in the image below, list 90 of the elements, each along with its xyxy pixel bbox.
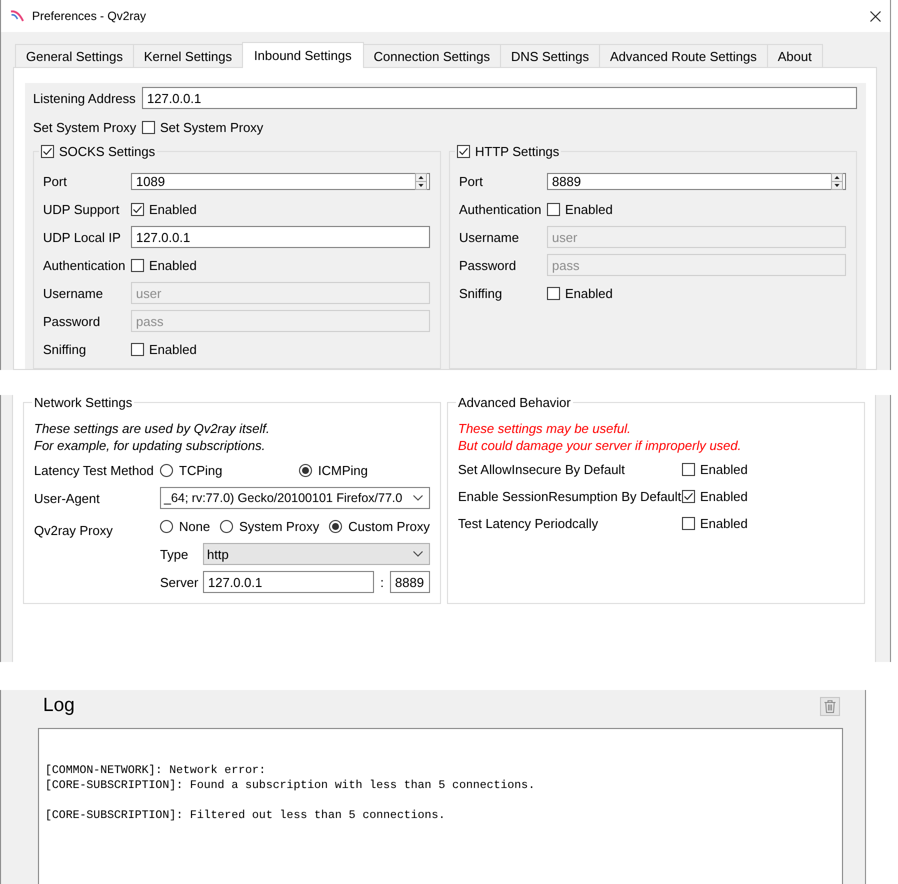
radio-label: None (179, 518, 210, 534)
proxy-type-dropdown[interactable]: http (203, 543, 430, 565)
tab[interactable]: DNS Settings (500, 44, 600, 67)
radio-button[interactable] (299, 464, 312, 476)
checkbox-label: Set System Proxy (160, 120, 264, 134)
trash-icon (824, 700, 836, 712)
checkbox[interactable] (131, 258, 144, 272)
checkbox-label: Enabled (700, 516, 748, 531)
tab[interactable]: About (766, 44, 823, 67)
field-label: Port (43, 174, 68, 188)
checkbox[interactable] (142, 120, 155, 134)
tab[interactable]: Inbound Settings (242, 42, 364, 68)
radio-button[interactable] (220, 520, 234, 532)
checkbox[interactable] (131, 202, 144, 216)
checkbox-label: Enabled (700, 462, 748, 477)
log-line: [CORE-SUBSCRIPTION]: Filtered out less than 5 connections. (45, 808, 446, 823)
field-label: Set System Proxy (33, 120, 138, 134)
group-title: Network Settings (34, 395, 132, 410)
port-field[interactable]: 8889 (390, 571, 430, 593)
radio-label: Custom Proxy (348, 518, 430, 534)
field-label: UDP Local IP (43, 230, 122, 244)
chevron-down-icon (413, 551, 423, 557)
radio-label: System Proxy (239, 518, 320, 534)
field-label: Type (160, 546, 190, 562)
spin-arrows-icon[interactable] (831, 172, 843, 190)
radio-button[interactable] (160, 520, 173, 532)
field-label: Server (160, 574, 200, 590)
window-title: Preferences - Qv2ray (32, 9, 146, 23)
checkbox-label: Enabled (149, 342, 197, 356)
spinbox-field[interactable]: 1089 (131, 172, 430, 190)
log-line: [CORE-SUBSCRIPTION]: Found a subscription with less than 5 connections. (45, 778, 535, 793)
note-text: These settings are used by Qv2ray itself. (34, 420, 271, 437)
field-label: Password (43, 314, 102, 328)
checkbox[interactable] (41, 145, 54, 158)
tab[interactable]: Advanced Route Settings (599, 44, 768, 67)
field-label: Username (459, 230, 520, 244)
field-label: Qv2ray Proxy (34, 522, 114, 538)
field-label: Enable SessionResumption By Default (458, 489, 682, 504)
field-label: Port (459, 174, 484, 188)
field-label: Authentication (43, 258, 126, 272)
note-text: For example, for updating subscriptions. (34, 437, 266, 454)
group-title: HTTP Settings (475, 144, 560, 159)
field-label: Set AllowInsecure By Default (458, 462, 626, 477)
group-title: SOCKS Settings (59, 144, 156, 159)
text-field[interactable]: 127.0.0.1 (142, 87, 857, 109)
radio-button[interactable] (329, 520, 342, 532)
close-icon[interactable] (870, 10, 880, 22)
tab[interactable]: General Settings (15, 44, 134, 67)
field-label: Latency Test Method (34, 462, 155, 478)
spinbox-field[interactable]: 8889 (547, 172, 846, 190)
field-label: Username (43, 286, 104, 300)
radio-label: TCPing (179, 462, 222, 478)
clear-log-button[interactable] (820, 696, 840, 716)
checkbox-label: Enabled (565, 202, 613, 216)
checkbox[interactable] (682, 490, 695, 503)
checkbox[interactable] (682, 463, 695, 476)
spin-arrows-icon[interactable] (415, 172, 427, 190)
checkbox-label: Enabled (149, 258, 197, 272)
checkbox[interactable] (547, 286, 560, 300)
checkbox-label: Enabled (700, 489, 748, 504)
log-text-area[interactable]: [COMMON-NETWORK]: Network error: [CORE-SUBSCRIPTION]: Found a subscription with less than 5 connections. [CORE-SUBSCRIPTION]: Filtered out less than 5 connections. (38, 728, 843, 884)
text-field[interactable]: 127.0.0.1 (131, 226, 430, 248)
field-label: Sniffing (43, 342, 88, 356)
checkbox[interactable] (547, 202, 560, 216)
chevron-down-icon (413, 495, 423, 501)
radio-label: ICMPing (318, 462, 368, 478)
host-field[interactable]: 127.0.0.1 (203, 571, 374, 593)
warning-text: These settings may be useful. (458, 420, 632, 437)
swoosh-logo-icon (10, 10, 24, 22)
checkbox-label: Enabled (149, 202, 197, 216)
log-line: [COMMON-NETWORK]: Network error: (45, 763, 266, 778)
field-label: Listening Address (33, 90, 137, 106)
checkbox-label: Enabled (565, 286, 613, 300)
warning-text: But could damage your server if improperly used. (458, 437, 742, 454)
checkbox[interactable] (682, 517, 695, 530)
user-agent-dropdown[interactable]: _64; rv:77.0) Gecko/20100101 Firefox/77.0 (160, 487, 430, 509)
log-title: Log (43, 695, 75, 717)
field-label: Sniffing (459, 286, 504, 300)
checkbox[interactable] (457, 145, 470, 158)
checkbox[interactable] (131, 342, 144, 356)
field-label: Authentication (459, 202, 542, 216)
tab[interactable]: Connection Settings (362, 44, 501, 67)
group-title: Advanced Behavior (458, 395, 571, 410)
separator-text: : (379, 574, 385, 590)
field-label: Password (459, 258, 518, 272)
field-label: UDP Support (43, 202, 120, 216)
tab[interactable]: Kernel Settings (132, 44, 244, 67)
field-label: User-Agent (34, 490, 101, 506)
radio-button[interactable] (160, 464, 173, 476)
field-label: Test Latency Periodcally (458, 516, 600, 531)
